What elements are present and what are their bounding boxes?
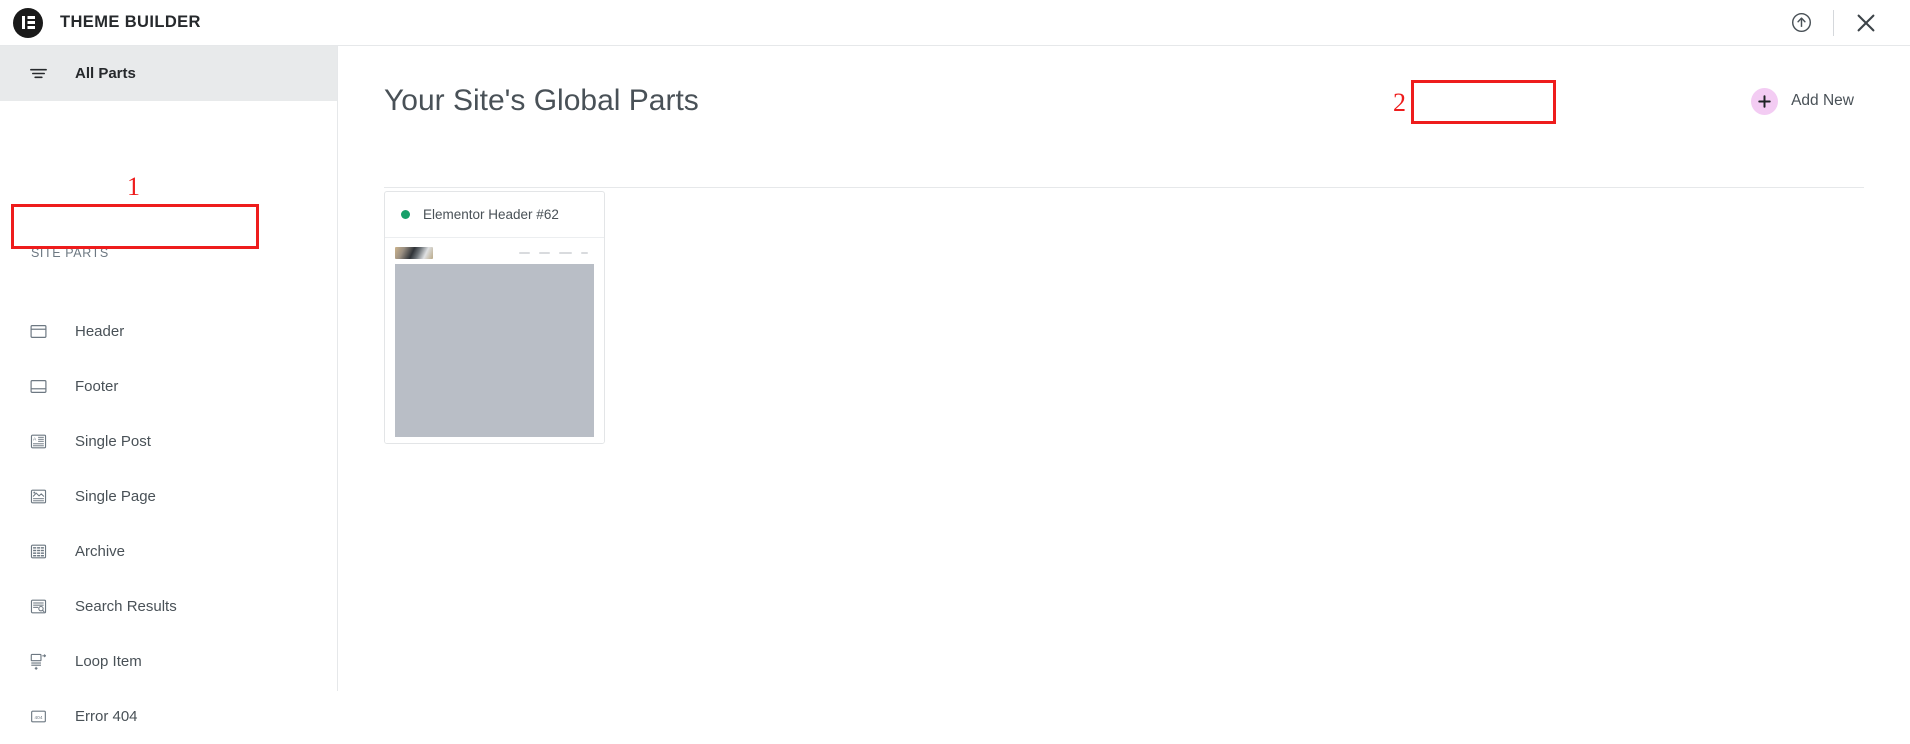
app-title: THEME BUILDER <box>60 13 201 31</box>
sidebar-item-footer[interactable]: Footer <box>0 359 338 414</box>
sidebar-nav-list: Header Footer A Single Post Single Page … <box>0 304 338 744</box>
main-content: Your Site's Global Parts Add New Element… <box>338 46 1910 691</box>
sidebar-item-loop-item-label: Loop Item <box>75 653 142 670</box>
header-layout-icon <box>29 322 48 341</box>
plus-icon <box>1751 87 1779 115</box>
parts-grid: Elementor Header #62 <box>384 191 1910 691</box>
sidebar-item-all-parts-label: All Parts <box>75 65 136 82</box>
sidebar-item-single-post-label: Single Post <box>75 433 151 450</box>
part-card-title: Elementor Header #62 <box>423 207 559 222</box>
part-card[interactable]: Elementor Header #62 <box>384 191 605 444</box>
svg-text:A: A <box>33 437 37 443</box>
app-body: All Parts SITE PARTS Header Footer A Sin… <box>0 46 1910 725</box>
close-icon[interactable] <box>1842 0 1890 46</box>
header-divider <box>384 187 1864 188</box>
sidebar-item-single-post[interactable]: A Single Post <box>0 414 338 469</box>
single-post-icon: A <box>29 432 48 451</box>
error-404-icon: 404 <box>29 707 48 726</box>
single-page-icon <box>29 487 48 506</box>
sidebar-item-single-page-label: Single Page <box>75 488 156 505</box>
sidebar-item-all-parts[interactable]: All Parts <box>0 46 337 101</box>
sidebar-item-search-results[interactable]: Search Results <box>0 579 338 634</box>
status-badge <box>401 210 410 219</box>
main-header-actions: Add New <box>1741 82 1864 121</box>
main-header: Your Site's Global Parts Add New <box>338 46 1910 156</box>
sidebar-item-header-label: Header <box>75 323 125 340</box>
sidebar-item-loop-item[interactable]: Loop Item <box>0 634 338 689</box>
sidebar-item-single-page[interactable]: Single Page <box>0 469 338 524</box>
add-new-button[interactable]: Add New <box>1741 82 1864 121</box>
filter-icon <box>29 64 48 83</box>
loop-item-icon <box>29 652 48 671</box>
thumbnail-nav-links <box>519 252 594 254</box>
sidebar-section-label: SITE PARTS <box>31 246 109 260</box>
sidebar: All Parts SITE PARTS Header Footer A Sin… <box>0 46 338 725</box>
sidebar-item-search-results-label: Search Results <box>75 598 177 615</box>
upload-circle-icon[interactable] <box>1777 0 1825 46</box>
sidebar-item-footer-label: Footer <box>75 378 119 395</box>
topbar-actions <box>1777 0 1910 46</box>
brand: THEME BUILDER <box>0 7 201 38</box>
svg-text:404: 404 <box>35 715 43 721</box>
archive-grid-icon <box>29 542 48 561</box>
part-card-thumbnail[interactable] <box>385 238 604 443</box>
thumbnail-body-placeholder <box>395 264 594 437</box>
sidebar-item-archive[interactable]: Archive <box>0 524 338 579</box>
sidebar-item-archive-label: Archive <box>75 543 126 560</box>
sidebar-item-header[interactable]: Header <box>0 304 338 359</box>
topbar-divider <box>1833 9 1834 36</box>
footer-layout-icon <box>29 377 48 396</box>
thumbnail-header-row <box>395 246 594 260</box>
sidebar-item-error-404-label: Error 404 <box>75 708 138 725</box>
app-topbar: THEME BUILDER <box>0 0 1910 46</box>
search-results-icon <box>29 597 48 616</box>
page-title: Your Site's Global Parts <box>384 84 699 117</box>
thumbnail-logo-image <box>395 247 433 259</box>
sidebar-item-error-404[interactable]: 404 Error 404 <box>0 689 338 744</box>
add-new-label: Add New <box>1791 92 1854 109</box>
part-card-head: Elementor Header #62 <box>385 192 604 238</box>
elementor-logo-icon <box>13 7 43 38</box>
